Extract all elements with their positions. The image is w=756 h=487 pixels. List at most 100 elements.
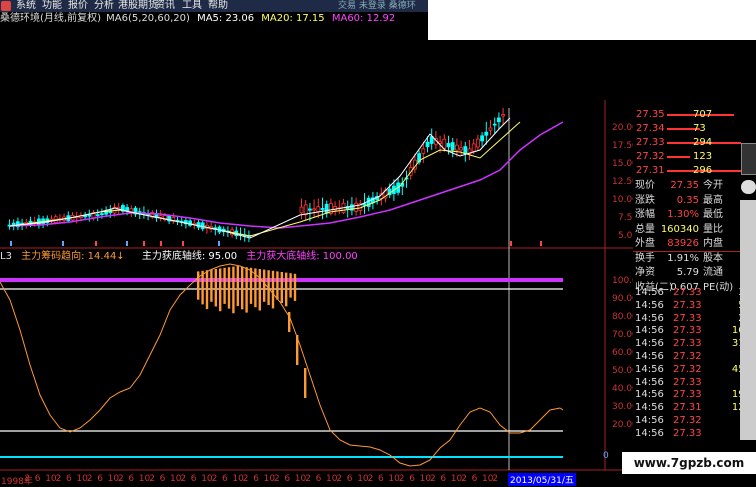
quote-label: 换手: [635, 252, 655, 264]
tick-price: 27.32: [673, 415, 702, 426]
candle-body: [488, 127, 493, 131]
candle-body: [316, 206, 321, 213]
time-tick: 6: [128, 474, 135, 484]
tick-time: 14:56: [635, 312, 664, 324]
candle-body: [95, 214, 100, 217]
indicator-bar: [210, 269, 213, 302]
order-book-row: 27.35 707: [633, 108, 747, 122]
tick-row: 14:5627.332: [633, 376, 751, 389]
quote-row: 涨幅 1.30% 最低: [633, 208, 747, 222]
order-book-row: 27.33 294: [633, 136, 747, 150]
indicator-bar: [241, 266, 244, 310]
indicator-bar: [227, 267, 231, 309]
indicator-bar: [296, 335, 299, 365]
time-tick: 6: [97, 474, 103, 484]
quote-row: 净资 5.79 流通: [633, 266, 747, 280]
quote-label-2: 内盘: [703, 238, 723, 249]
tick-price: 27.33: [673, 325, 702, 337]
side-thumb-icon[interactable]: [741, 143, 756, 175]
tick-time: 14:56: [635, 363, 664, 375]
quote-label-2: 今开: [703, 180, 723, 191]
time-tick: 2: [24, 474, 31, 484]
tick-row: 14:5627.328: [633, 350, 751, 363]
book-price: 27.32: [636, 151, 665, 162]
candle-body: [312, 208, 317, 211]
time-tick: 2: [180, 474, 187, 484]
tick-time: 14:56: [635, 287, 664, 298]
quote-label: 现价: [635, 180, 655, 191]
tick-price: 27.33: [673, 287, 702, 298]
indicator-bar: [293, 273, 297, 301]
tick-price: 27.33: [673, 338, 702, 350]
indicator-bar: [214, 269, 217, 307]
candle-body: [137, 211, 142, 214]
tick-time: 14:56: [635, 415, 664, 426]
tick-time: 14:56: [635, 299, 664, 311]
time-tick: 6: [315, 474, 322, 484]
indicator-bar: [263, 269, 266, 302]
time-tick: 2: [398, 474, 405, 484]
candle-body: [496, 117, 501, 123]
tick-time: 14:56: [635, 402, 664, 414]
indicator-bar: [236, 266, 239, 306]
tick-row: 14:5627.32454: [633, 363, 751, 376]
cursor-date-label: 2013/05/31/五: [508, 473, 576, 486]
time-tick: 6: [378, 474, 384, 484]
time-tick: 6: [34, 474, 41, 484]
quote-label-2: 量比: [703, 223, 723, 235]
time-tick: 6: [253, 474, 259, 484]
time-tick: 2: [336, 474, 343, 484]
candle-body: [446, 143, 451, 148]
book-volume: 294: [693, 137, 713, 148]
indicator-bar: [288, 312, 291, 332]
candle-body: [354, 202, 359, 212]
indicator-bar: [232, 266, 235, 314]
book-volume: 296: [693, 165, 713, 176]
order-book-row: 27.32 123: [633, 150, 747, 164]
candle-body: [125, 207, 129, 212]
order-book-row: 27.31 296: [633, 164, 747, 178]
signal-markers-blue: [10, 241, 220, 246]
tick-price: 27.33: [673, 389, 702, 401]
book-volume: 73: [693, 123, 706, 134]
quote-label-2: 最低: [703, 209, 723, 220]
candle-body: [158, 215, 163, 218]
quote-value: 27.35: [670, 180, 699, 191]
time-tick: 2: [211, 474, 218, 484]
tick-price: 27.31: [673, 402, 702, 414]
time-tick: 6: [284, 474, 291, 484]
candle-body: [324, 203, 329, 214]
candle-body: [425, 141, 430, 148]
tick-row: 14:5627.33310: [633, 337, 751, 350]
tick-price: 27.32: [673, 351, 702, 362]
chart-canvas[interactable]: [0, 0, 633, 487]
quote-row: 总量 160340 量比: [633, 223, 747, 237]
indicator-bar: [276, 271, 279, 300]
time-tick: 2: [149, 474, 155, 484]
indicator-bar: [197, 271, 200, 300]
tick-row: 14:5627.3326: [633, 312, 751, 325]
tick-row: 14:5627.332: [633, 427, 751, 440]
candle-body: [501, 114, 506, 117]
candle-body: [100, 213, 104, 215]
watermark: www.7gpzb.com: [622, 452, 756, 474]
time-tick: 6: [346, 474, 353, 484]
candle-body: [471, 143, 476, 152]
quote-row: 涨跌 0.35 最高: [633, 194, 747, 208]
indicator-bar: [258, 269, 261, 311]
candlestick-group: [7, 107, 506, 243]
candle-body: [450, 142, 455, 151]
time-tick: 2: [461, 474, 467, 484]
candle-body: [442, 138, 447, 149]
quote-value: 1.91%: [667, 252, 699, 264]
tick-time: 14:56: [635, 338, 664, 350]
candle-body: [429, 136, 434, 144]
candle-body: [299, 206, 304, 214]
book-volume: 123: [693, 151, 713, 162]
tick-time: 14:56: [635, 427, 664, 439]
signal-markers: [95, 241, 542, 246]
side-eye-icon[interactable]: [741, 180, 756, 194]
quote-panel: 27.35 707 27.34 73 27.33 294 27.32 123 27.31 296 …: [633, 100, 756, 440]
tick-price: 27.32: [673, 363, 702, 375]
candle-body: [492, 123, 497, 126]
